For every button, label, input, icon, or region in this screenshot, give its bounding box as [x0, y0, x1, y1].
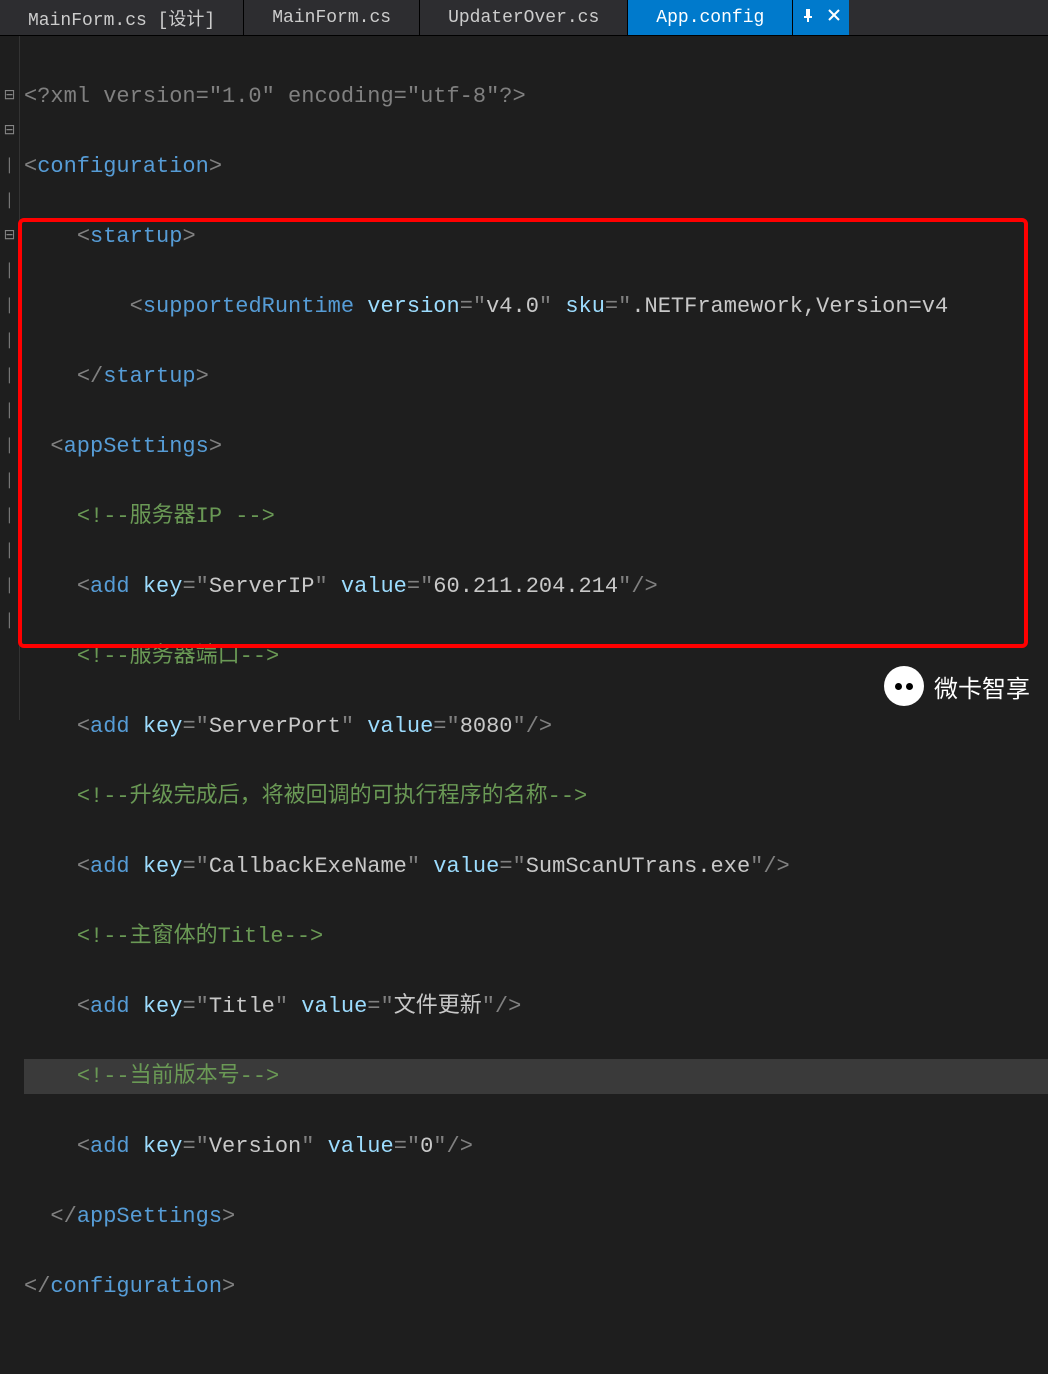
key-version: Version: [209, 1134, 301, 1159]
key-serverport: ServerPort: [209, 714, 341, 739]
code-gutter: ⊟ ⊟ │ │ ⊟ │ │ │ │ │ │ │ │ │ │ │: [0, 36, 20, 720]
xml-declaration: <?xml version="1.0" encoding="utf-8"?>: [24, 84, 526, 109]
key-serverip: ServerIP: [209, 574, 315, 599]
key-title: Title: [209, 994, 275, 1019]
value-serverip: 60.211.204.214: [433, 574, 618, 599]
attr-sku: .NETFramework,Version=v4: [631, 294, 948, 319]
tag-configuration-open: configuration: [37, 154, 209, 179]
tab-mainform-design[interactable]: MainForm.cs [设计]: [0, 0, 244, 35]
tag-appsettings-open: appSettings: [64, 434, 209, 459]
editor-area[interactable]: ⊟ ⊟ │ │ ⊟ │ │ │ │ │ │ │ │ │ │ │ <?xml ve…: [0, 36, 1048, 720]
code-content[interactable]: <?xml version="1.0" encoding="utf-8"?> <…: [20, 36, 1048, 720]
watermark: 微卡智享: [884, 666, 1030, 706]
key-callback: CallbackExeName: [209, 854, 407, 879]
tag-supportedruntime: supportedRuntime: [143, 294, 354, 319]
tab-actions: [793, 0, 849, 35]
tag-appsettings-close: appSettings: [77, 1204, 222, 1229]
wechat-icon: [884, 666, 924, 706]
comment-serverip: 服务器IP: [130, 504, 236, 529]
tab-app-config[interactable]: App.config: [628, 0, 793, 35]
comment-serverport: 服务器端口: [130, 644, 240, 669]
tab-mainform-cs[interactable]: MainForm.cs: [244, 0, 420, 35]
value-version: 0: [420, 1134, 433, 1159]
value-serverport: 8080: [460, 714, 513, 739]
attr-version: v4.0: [486, 294, 539, 319]
watermark-text: 微卡智享: [934, 669, 1030, 704]
tab-updaterover-cs[interactable]: UpdaterOver.cs: [420, 0, 628, 35]
tag-configuration-close: configuration: [50, 1274, 222, 1299]
value-title: 文件更新: [394, 994, 482, 1019]
comment-title: 主窗体的Title: [130, 924, 284, 949]
tag-startup-open: startup: [90, 224, 182, 249]
value-callback: SumScanUTrans.exe: [526, 854, 750, 879]
pin-icon[interactable]: [801, 8, 815, 27]
tag-startup-close: startup: [103, 364, 195, 389]
close-icon[interactable]: [827, 8, 841, 27]
comment-callback: 升级完成后，将被回调的可执行程序的名称: [130, 784, 548, 809]
comment-version: 当前版本号: [130, 1064, 240, 1089]
tab-bar: MainForm.cs [设计] MainForm.cs UpdaterOver…: [0, 0, 1048, 36]
